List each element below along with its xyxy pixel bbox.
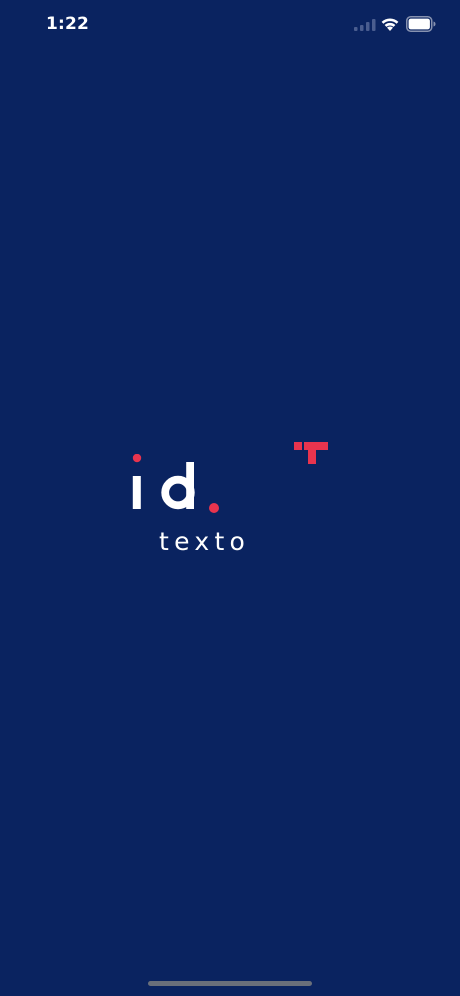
app-logo: texto: [120, 430, 340, 570]
logo-t-icon: [294, 442, 328, 464]
logo-wordmark: texto: [159, 527, 251, 556]
status-time: 1:22: [46, 14, 90, 34]
status-bar: 1:22: [0, 0, 460, 50]
logo-id-mark: [132, 454, 195, 510]
logo-period-dot: [209, 503, 219, 513]
cellular-signal-icon: [354, 19, 376, 31]
wifi-icon: [381, 18, 399, 31]
home-indicator[interactable]: [148, 981, 312, 986]
battery-icon: [406, 16, 436, 32]
